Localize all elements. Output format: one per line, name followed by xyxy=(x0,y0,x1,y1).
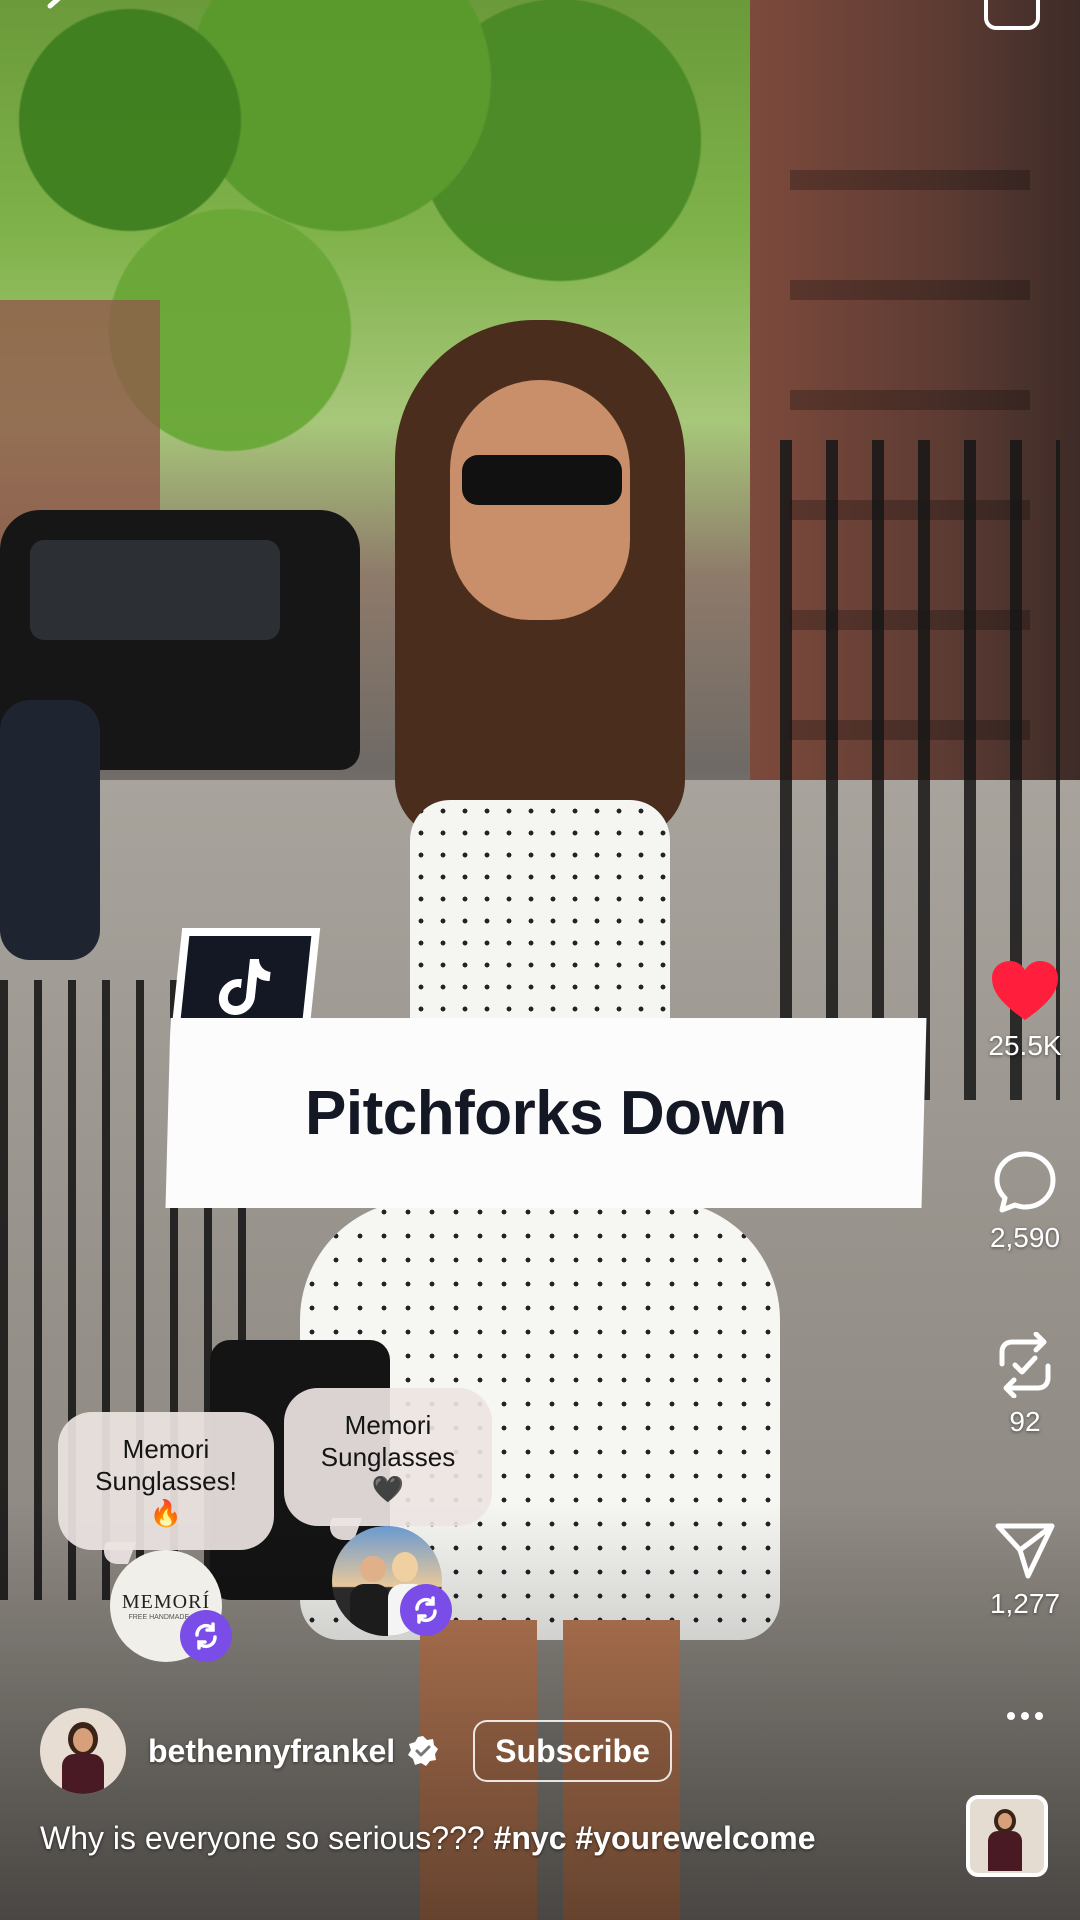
refresh-icon xyxy=(415,1596,437,1624)
author-avatar[interactable] xyxy=(40,1708,126,1794)
camera-icon[interactable] xyxy=(984,0,1040,30)
share-count: 1,277 xyxy=(989,1588,1061,1619)
comment-icon xyxy=(994,1151,1056,1213)
caption-text: Why is everyone so serious??? xyxy=(40,1820,494,1856)
comment-button[interactable]: 2,590 xyxy=(970,1150,1080,1254)
caption[interactable]: Why is everyone so serious??? #nyc #your… xyxy=(40,1820,815,1857)
sunglasses xyxy=(462,455,622,505)
sticker-line: Memori xyxy=(122,1434,210,1464)
repost-button[interactable]: 92 xyxy=(970,1332,1080,1438)
subscribe-button[interactable]: Subscribe xyxy=(473,1720,672,1782)
sticker-bubble-memori-1[interactable]: Memori Sunglasses! 🔥 xyxy=(58,1412,274,1550)
sticker-line: Memori xyxy=(344,1410,432,1440)
sticker-line: Sunglasses xyxy=(320,1442,456,1472)
sticker-bubble-memori-2[interactable]: Memori Sunglasses 🖤 xyxy=(284,1388,492,1526)
share-button[interactable]: 1,277 xyxy=(970,1520,1080,1620)
like-button[interactable]: 25.5K xyxy=(970,960,1080,1062)
sticker-line: Sunglasses! xyxy=(95,1466,237,1496)
send-icon xyxy=(995,1523,1055,1579)
verified-badge-icon xyxy=(408,1736,439,1766)
sticker-emoji: 🖤 xyxy=(371,1474,405,1504)
repost-icon xyxy=(999,1332,1051,1398)
like-count: 25.5K xyxy=(988,1030,1062,1061)
title-text: Pitchforks Down xyxy=(305,1078,787,1148)
sticker-emoji: 🔥 xyxy=(149,1498,183,1528)
caption-hashtags[interactable]: #nyc #yourewelcome xyxy=(494,1820,816,1856)
author-username[interactable]: bethennyfrankel xyxy=(148,1733,395,1770)
audio-thumbnail[interactable] xyxy=(966,1795,1048,1877)
repost-count: 92 xyxy=(1009,1406,1041,1437)
parked-car xyxy=(0,700,100,960)
remix-badge-1 xyxy=(180,1610,232,1662)
tiktok-icon xyxy=(218,959,271,1015)
author-row: bethennyfrankel Subscribe xyxy=(40,1708,672,1794)
refresh-icon xyxy=(195,1622,217,1650)
back-chevron-icon[interactable] xyxy=(40,0,76,14)
more-dots-icon xyxy=(1007,1712,1043,1720)
comment-count: 2,590 xyxy=(989,1222,1061,1253)
more-options-button[interactable] xyxy=(970,1710,1080,1722)
title-overlay: Pitchforks Down xyxy=(165,1018,927,1208)
heart-icon xyxy=(992,961,1058,1020)
remix-badge-2 xyxy=(400,1584,452,1636)
